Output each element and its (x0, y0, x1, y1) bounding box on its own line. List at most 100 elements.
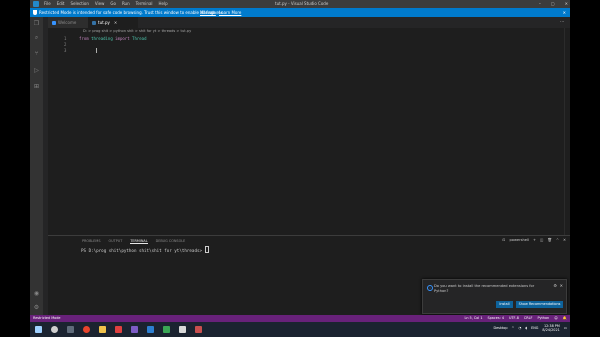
editor-scrollbar[interactable] (564, 28, 570, 235)
notification-center-icon[interactable]: ▭ (564, 326, 567, 330)
text-cursor (96, 48, 97, 53)
source-control-icon[interactable]: ⑂ (33, 50, 40, 57)
language-indicator[interactable]: ENG (531, 326, 538, 330)
desktop-label[interactable]: Desktop (493, 326, 507, 330)
terminal-cursor (204, 246, 209, 253)
kill-terminal-icon[interactable]: 🗑 (547, 238, 552, 242)
clock-date: 8/24/2021 (542, 328, 560, 332)
panel-tabs: PROBLEMS OUTPUT TERMINAL DEBUG CONSOLE (82, 239, 185, 244)
line-number: 2 (64, 42, 67, 47)
code-keyword-from: from (79, 36, 89, 41)
restricted-mode-status[interactable]: Restricted Mode (33, 315, 60, 322)
status-right: Ln 5, Col 1 Spaces: 4 UTF-8 CRLF Python … (464, 315, 567, 322)
more-actions-icon[interactable]: ··· (560, 19, 564, 24)
task-view-icon[interactable] (67, 326, 74, 333)
volume-icon[interactable]: ◖ (525, 326, 527, 330)
vscode-taskbar-icon[interactable] (147, 326, 154, 333)
banner-close-icon[interactable]: ✕ (563, 8, 566, 17)
banner-message: Restricted Mode is intended for safe cod… (39, 10, 224, 15)
shield-icon (33, 10, 37, 15)
indentation[interactable]: Spaces: 4 (488, 315, 504, 322)
title-bar: File Edit Selection View Go Run Terminal… (30, 0, 570, 8)
menu-help[interactable]: Help (159, 0, 168, 8)
menu-view[interactable]: View (95, 0, 105, 8)
menu-bar: File Edit Selection View Go Run Terminal… (44, 0, 168, 8)
menu-go[interactable]: Go (110, 0, 116, 8)
chrome-icon[interactable] (83, 326, 90, 333)
search-taskbar-icon[interactable] (51, 326, 58, 333)
terminal-shell-icon: ⊡ (502, 238, 506, 242)
menu-run[interactable]: Run (122, 0, 130, 8)
file-explorer-icon[interactable] (99, 326, 106, 333)
close-panel-icon[interactable]: ✕ (563, 238, 566, 242)
breadcrumb[interactable]: D: > prog shit > python shit > shit for … (83, 28, 191, 34)
tab-welcome[interactable]: Welcome (48, 17, 88, 28)
line-number: 3 (64, 48, 67, 53)
tab-terminal[interactable]: TERMINAL (130, 239, 148, 244)
extension-notification: i Do you want to install the recommended… (422, 279, 567, 314)
split-terminal-icon[interactable]: ◫ (540, 238, 543, 242)
app-icon[interactable] (179, 326, 186, 333)
clock[interactable]: 12:38 PM 8/24/2021 (542, 324, 559, 332)
account-icon[interactable]: ◉ (33, 290, 40, 297)
line-number: 1 (64, 36, 67, 41)
panel-actions: ⊡ powershell + ◫ 🗑 ^ ✕ (503, 238, 567, 242)
status-bar: Restricted Mode Ln 5, Col 1 Spaces: 4 UT… (30, 315, 570, 322)
tab-problems[interactable]: PROBLEMS (82, 239, 101, 244)
feedback-icon[interactable]: ☺ (554, 315, 558, 322)
tab-close-icon[interactable]: ✕ (114, 20, 117, 25)
notifications-bell-icon[interactable]: 🔔 (563, 315, 567, 322)
explorer-icon[interactable]: ❐ (33, 20, 40, 27)
maximize-icon[interactable]: ▢ (551, 0, 555, 8)
app-icon[interactable] (195, 326, 202, 333)
code-line[interactable]: from threading import Thread (79, 36, 147, 41)
extensions-icon[interactable]: ⊞ (33, 83, 40, 90)
manage-link[interactable]: Manage (200, 8, 216, 17)
install-button[interactable]: Install (496, 301, 513, 308)
terminal-prompt: PS D:\prog shit\python shit\shit for yt\… (81, 248, 205, 253)
run-debug-icon[interactable]: ▷ (33, 67, 40, 74)
window-controls: – ▢ ✕ (539, 0, 568, 8)
app-icon[interactable] (115, 326, 122, 333)
restricted-mode-banner: Restricted Mode is intended for safe cod… (30, 8, 570, 17)
network-icon[interactable]: ◔ (518, 326, 521, 330)
python-file-icon (92, 21, 96, 25)
windows-start-icon[interactable] (35, 326, 42, 333)
code-class-name: Thread (132, 36, 147, 41)
notification-message: Do you want to install the recommended e… (434, 284, 535, 293)
activity-bar: ❐ ⌕ ⑂ ▷ ⊞ ◉ ⚙ (30, 17, 43, 315)
tab-debug-console[interactable]: DEBUG CONSOLE (156, 239, 186, 244)
menu-edit[interactable]: Edit (57, 0, 65, 8)
editor-tabs: Welcome tut.py ✕ ··· (48, 17, 570, 28)
close-icon[interactable]: ✕ (565, 0, 568, 8)
maximize-panel-icon[interactable]: ^ (556, 238, 559, 242)
tab-output[interactable]: OUTPUT (109, 239, 123, 244)
notification-close-icon[interactable]: ✕ (560, 283, 563, 288)
vscode-file-icon (52, 21, 56, 25)
cursor-position[interactable]: Ln 5, Col 1 (464, 315, 482, 322)
encoding[interactable]: UTF-8 (509, 315, 519, 322)
line-ending[interactable]: CRLF (524, 315, 533, 322)
learn-more-link[interactable]: Learn More (219, 8, 241, 17)
vscode-window: File Edit Selection View Go Run Terminal… (30, 0, 570, 337)
menu-terminal[interactable]: Terminal (136, 0, 153, 8)
terminal-output[interactable]: PS D:\prog shit\python shit\shit for yt\… (81, 246, 209, 253)
app-icon[interactable] (163, 326, 170, 333)
tray-chevron-icon[interactable]: ^ (511, 326, 514, 330)
terminal-shell-name[interactable]: powershell (510, 238, 529, 242)
tab-tut-py[interactable]: tut.py ✕ (88, 17, 138, 28)
menu-file[interactable]: File (44, 0, 51, 8)
search-icon[interactable]: ⌕ (33, 34, 40, 41)
new-terminal-icon[interactable]: + (533, 238, 536, 242)
manage-gear-icon[interactable]: ⚙ (33, 304, 40, 311)
minimize-icon[interactable]: – (539, 0, 541, 8)
info-icon: i (427, 285, 433, 291)
window-title: tut.py - Visual Studio Code (275, 1, 329, 6)
menu-selection[interactable]: Selection (70, 0, 88, 8)
notification-settings-icon[interactable]: ⚙ (553, 283, 557, 288)
windows-taskbar: Desktop ^ ◔ ◖ ENG 12:38 PM 8/24/2021 ▭ (30, 322, 570, 337)
language-mode[interactable]: Python (537, 315, 549, 322)
discord-icon[interactable] (131, 326, 138, 333)
system-tray: Desktop ^ ◔ ◖ ENG 12:38 PM 8/24/2021 ▭ (493, 324, 567, 332)
show-recommendations-button[interactable]: Show Recommendations (516, 301, 563, 308)
